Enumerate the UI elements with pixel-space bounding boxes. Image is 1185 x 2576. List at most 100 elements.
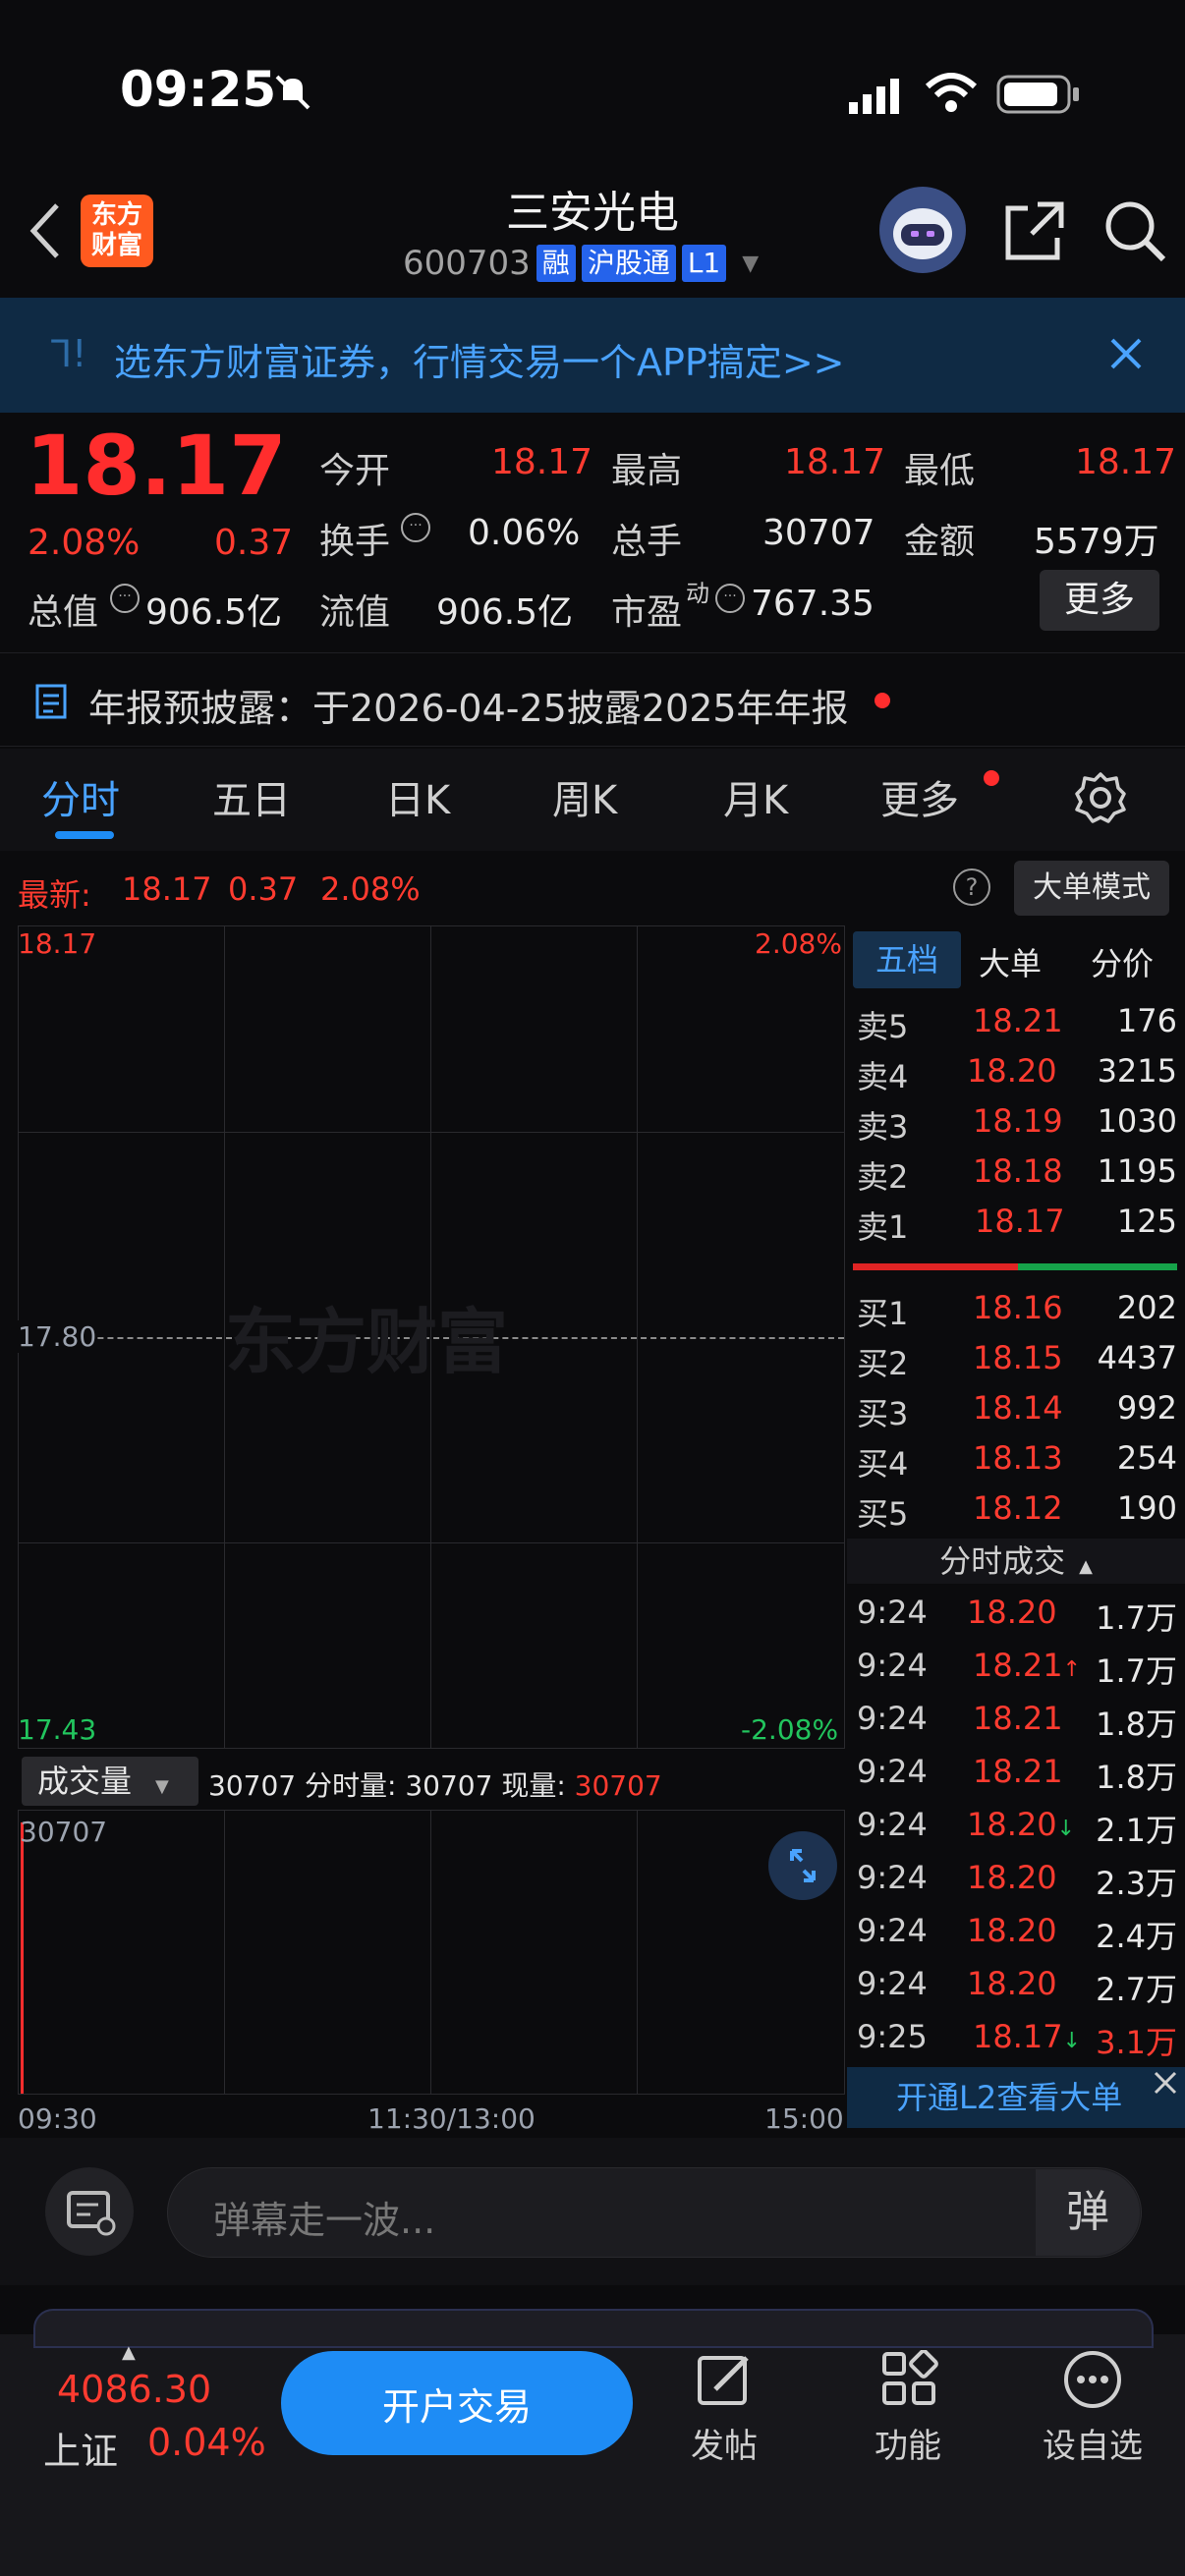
tick-vol: 1.7万	[1096, 1599, 1177, 1637]
nav-watchlist[interactable]: 设自选	[1034, 2419, 1152, 2467]
ob-tab-five[interactable]: 五档	[853, 931, 961, 988]
tab-weekly-k[interactable]: 周K	[552, 768, 617, 825]
amount-label: 金额	[904, 522, 976, 562]
search-icon[interactable]	[1102, 198, 1167, 267]
nav-post[interactable]: 发帖	[665, 2419, 783, 2467]
danmaku-send-button[interactable]: 弹	[1036, 2169, 1140, 2256]
signal-icon	[849, 77, 904, 120]
turnover-value: 0.06%	[468, 513, 581, 553]
gear-icon[interactable]	[1073, 770, 1128, 829]
watermark: 东方财富	[225, 1301, 509, 1383]
tick-vol: 2.4万	[1096, 1918, 1177, 1955]
buy1-price: 18.16	[973, 1289, 1063, 1326]
comment-input[interactable]: 弹幕走一波...	[167, 2167, 1142, 2258]
tick-vol: 1.8万	[1096, 1706, 1177, 1743]
tick-vol: 1.8万	[1096, 1759, 1177, 1796]
wifi-icon	[924, 71, 979, 118]
tick-vol: 3.1万	[1096, 2024, 1177, 2061]
tab-5day[interactable]: 五日	[212, 768, 291, 825]
tick-time: 9:24	[857, 1806, 928, 1843]
sell4-label: 卖4	[857, 1058, 909, 1095]
help-icon[interactable]: ?	[953, 868, 990, 906]
tab-intraday[interactable]: 分时	[41, 768, 120, 825]
tick-vol: 1.7万	[1096, 1652, 1177, 1690]
nav-function[interactable]: 功能	[849, 2419, 967, 2467]
caret-up-icon: ▲	[122, 2342, 136, 2363]
more-button[interactable]: 更多	[1040, 570, 1159, 631]
open-account-button[interactable]: 开户交易	[281, 2351, 633, 2455]
tag-hgt: 沪股通	[581, 245, 676, 282]
tick-price: 18.21↑	[973, 1647, 1082, 1684]
index-name: 上证	[43, 2430, 119, 2473]
notice-text[interactable]: 年报预披露：于2026-04-25披露2025年年报	[88, 678, 849, 732]
document-icon	[33, 682, 73, 725]
tick-vol: 2.7万	[1096, 1971, 1177, 2008]
time-end: 15:00	[764, 2102, 844, 2135]
tick-price: 18.20	[967, 1859, 1057, 1896]
tick-time: 9:24	[857, 1594, 928, 1631]
big-order-mode-button[interactable]: 大单模式	[1014, 861, 1169, 916]
mktcap-label: 总值	[28, 592, 99, 633]
function-grid-icon[interactable]	[880, 2349, 939, 2413]
l2-upgrade-button[interactable]: 开通L2查看大单	[847, 2067, 1185, 2128]
sell1-label: 卖1	[857, 1208, 909, 1246]
buy3-price: 18.14	[973, 1389, 1063, 1427]
chart-bottom-pct: -2.08%	[741, 1713, 839, 1746]
info-icon[interactable]: ···	[110, 584, 140, 613]
tag-l1: L1	[681, 245, 727, 282]
tab-indicator	[55, 831, 114, 839]
buy2-label: 买2	[857, 1345, 909, 1382]
tab-monthly-k[interactable]: 月K	[723, 768, 788, 825]
change-value: 0.37	[214, 523, 294, 563]
tick-time: 9:24	[857, 1700, 928, 1737]
ob-tab-price[interactable]: 分价	[1091, 939, 1154, 984]
stock-code-row[interactable]: 600703 融 沪股通 L1 ▼	[403, 244, 759, 283]
share-icon[interactable]	[1002, 198, 1067, 267]
close-icon[interactable]	[1152, 2069, 1179, 2100]
change-pct: 2.08%	[28, 523, 141, 563]
sell2-vol: 1195	[1097, 1152, 1177, 1190]
high-label: 最高	[611, 451, 683, 491]
price-chart[interactable]: 东方财富	[18, 925, 845, 1749]
volume-label: 总手	[611, 522, 683, 562]
low-label: 最低	[904, 451, 976, 491]
tick-time: 9:24	[857, 1647, 928, 1684]
volume-chart[interactable]	[18, 1810, 845, 2095]
tick-price: 18.20	[967, 1965, 1057, 2002]
danmaku-settings-icon[interactable]	[45, 2167, 134, 2256]
volume-dropdown[interactable]: 成交量 ▼	[22, 1757, 198, 1806]
latest-label: 最新:	[18, 876, 91, 914]
volume-value: 30707	[762, 513, 875, 553]
tick-price: 18.21	[973, 1700, 1063, 1737]
tag-margin: 融	[536, 245, 576, 282]
mute-icon	[273, 73, 312, 112]
bid-ask-ratio-bar	[853, 1263, 1177, 1270]
mktcap-value: 906.5亿	[145, 592, 283, 633]
index-pct: 0.04%	[147, 2421, 266, 2464]
ob-tab-big[interactable]: 大单	[979, 939, 1042, 984]
add-watchlist-icon[interactable]	[1061, 2348, 1124, 2415]
post-icon[interactable]	[696, 2350, 755, 2413]
float-label: 流值	[319, 592, 391, 633]
tab-daily-k[interactable]: 日K	[385, 768, 450, 825]
buy2-vol: 4437	[1097, 1339, 1177, 1376]
time-start: 09:30	[18, 2102, 97, 2135]
robot-avatar-icon[interactable]	[879, 187, 966, 273]
close-icon[interactable]	[1108, 336, 1144, 375]
high-value: 18.17	[784, 442, 886, 482]
buy1-vol: 202	[1116, 1289, 1177, 1326]
latest-pct: 2.08%	[320, 870, 421, 908]
expand-icon[interactable]	[768, 1831, 837, 1900]
buy4-vol: 254	[1116, 1439, 1177, 1477]
buy3-vol: 992	[1116, 1389, 1177, 1427]
banner-text[interactable]: 选东方财富证券，行情交易一个APP搞定>>	[114, 332, 845, 386]
info-icon[interactable]: ···	[715, 584, 745, 613]
tick-time: 9:24	[857, 1965, 928, 2002]
tab-more[interactable]: 更多	[880, 768, 959, 825]
tick-time: 9:24	[857, 1912, 928, 1949]
sell1-price: 18.17	[975, 1203, 1065, 1240]
tick-price: 18.21	[973, 1753, 1063, 1790]
ticks-header[interactable]: 分时成交 ▲	[847, 1539, 1185, 1584]
info-icon[interactable]: ···	[401, 513, 430, 542]
chevron-down-icon: ▼	[742, 251, 760, 276]
